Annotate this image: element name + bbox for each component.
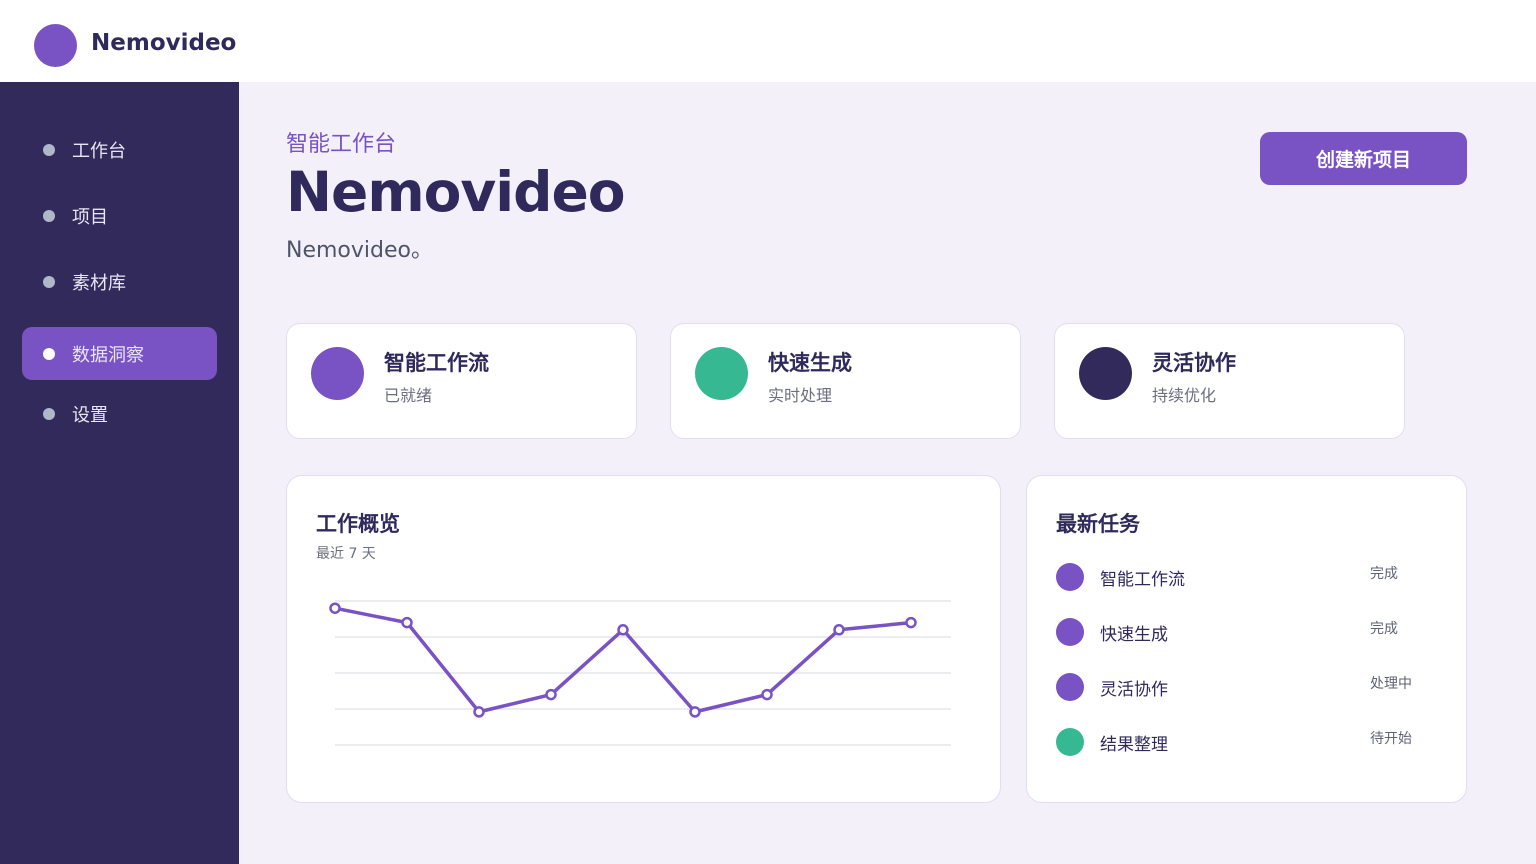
sidebar-item-label: 工作台 [72,141,126,162]
task-item[interactable]: 智能工作流 完成 [1056,561,1436,591]
sidebar-item-label: 项目 [72,207,108,228]
chart-point[interactable] [617,624,629,636]
chart-series-line [334,606,912,714]
chart-point[interactable] [761,688,773,701]
feature-icon [1079,347,1132,400]
feature-card-workflow[interactable]: 智能工作流 已就绪 [286,323,637,439]
chart-point[interactable] [545,688,557,701]
task-item[interactable]: 灵活协作 处理中 [1056,671,1436,701]
task-status: 待开始 [1370,731,1412,747]
sidebar-item-label: 数据洞察 [72,345,144,366]
feature-card-collab[interactable]: 灵活协作 持续优化 [1054,323,1405,439]
sidebar-item-projects[interactable]: 项目 [22,189,217,242]
task-status-icon [1056,673,1084,701]
bullet-icon [43,348,55,360]
bullet-icon [43,408,55,420]
sidebar-item-insights[interactable]: 数据洞察 [22,327,217,380]
feature-icon [695,347,748,400]
task-status-icon [1056,728,1084,756]
feature-title: 快速生成 [768,351,852,375]
task-name: 智能工作流 [1100,570,1185,590]
feature-subtitle: 已就绪 [384,386,433,405]
logo-icon [34,24,77,67]
chart-point[interactable] [689,706,701,718]
task-name: 结果整理 [1100,735,1168,755]
task-name: 灵活协作 [1100,680,1168,700]
page-title: Nemovideo [286,160,626,224]
feature-title: 智能工作流 [384,351,489,375]
brand-name: Nemovideo [91,30,237,56]
page-eyebrow: 智能工作台 [286,132,397,157]
bullet-icon [43,144,55,156]
page-subtitle: Nemovideo。 [286,238,433,263]
task-item[interactable]: 快速生成 完成 [1056,616,1436,646]
main-content: 智能工作台 Nemovideo Nemovideo。 创建新项目 智能工作流 已… [239,82,1536,864]
tasks-panel: 最新任务 智能工作流 完成 快速生成 完成 灵活协作 处理中 结果整理 待开始 [1026,475,1467,803]
task-status: 完成 [1370,566,1398,582]
feature-icon [311,347,364,400]
create-project-button[interactable]: 创建新项目 [1260,132,1467,185]
feature-card-generate[interactable]: 快速生成 实时处理 [670,323,1021,439]
chart-point[interactable] [905,616,917,629]
sidebar-item-label: 素材库 [72,273,126,294]
sidebar-item-label: 设置 [72,405,108,426]
task-status: 完成 [1370,621,1398,637]
bullet-icon [43,210,55,222]
sidebar-item-assets[interactable]: 素材库 [22,255,217,308]
sidebar: 工作台 项目 素材库 数据洞察 设置 [0,82,239,864]
bullet-icon [43,276,55,288]
task-name: 快速生成 [1100,625,1168,645]
feature-subtitle: 实时处理 [768,386,833,405]
overview-line-chart [329,600,951,746]
feature-subtitle: 持续优化 [1152,386,1217,405]
task-status-icon [1056,563,1084,591]
chart-point[interactable] [329,602,341,614]
sidebar-item-settings[interactable]: 设置 [22,387,217,440]
task-status: 处理中 [1370,676,1412,692]
overview-panel: 工作概览 最近 7 天 [286,475,1001,803]
top-bar: Nemovideo [0,0,1536,82]
chart-point[interactable] [833,624,845,636]
chart-point[interactable] [401,616,413,629]
feature-title: 灵活协作 [1152,351,1236,375]
sidebar-item-workbench[interactable]: 工作台 [22,123,217,176]
task-status-icon [1056,618,1084,646]
tasks-title: 最新任务 [1056,512,1140,536]
chart-point[interactable] [473,706,485,718]
task-item[interactable]: 结果整理 待开始 [1056,726,1436,756]
